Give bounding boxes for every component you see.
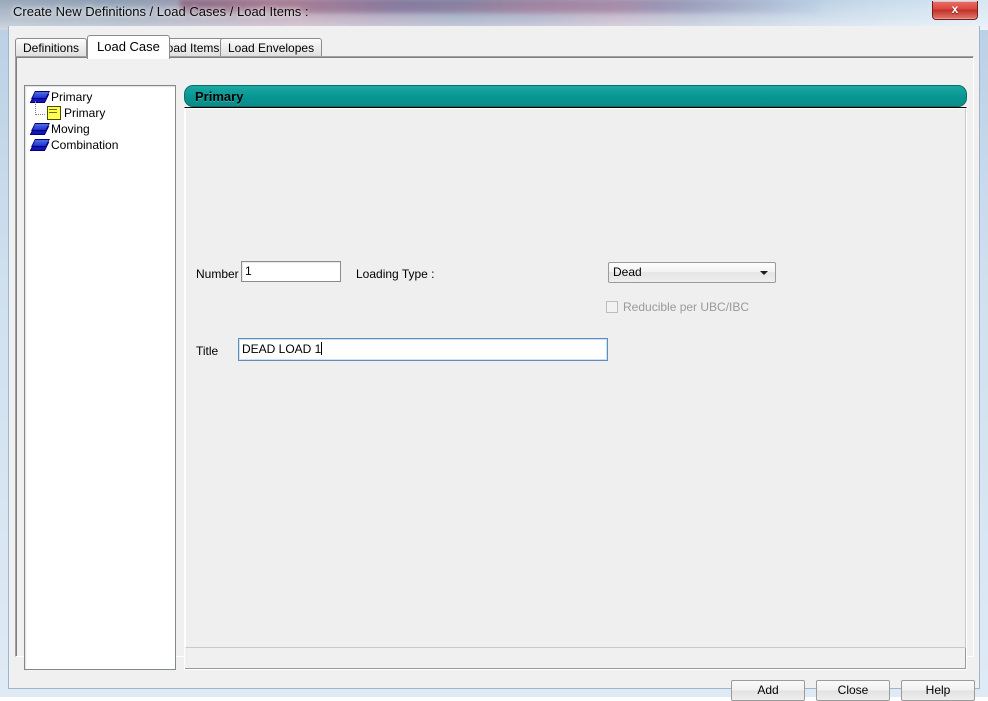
tab-definitions[interactable]: Definitions [15, 38, 88, 57]
tree-item-label: Primary [51, 90, 93, 104]
note-icon [47, 106, 61, 120]
group-header-primary: Primary [184, 85, 967, 107]
loading-type-label: Loading Type : [356, 267, 435, 281]
reducible-label: Reducible per UBC/IBC [623, 300, 750, 314]
title-input[interactable]: DEAD LOAD 1 [238, 338, 608, 361]
dialog-client-area: Definitions Load Case Load Items Load En… [8, 26, 980, 701]
close-icon: x [951, 2, 959, 16]
tree-item-primary-group[interactable]: Primary [25, 89, 175, 105]
load-case-tree[interactable]: Primary Primary Moving Combination [24, 85, 176, 670]
number-input[interactable]: 1 [241, 261, 341, 282]
tree-item-primary-case[interactable]: Primary [25, 101, 175, 121]
load-case-panel: Primary Primary Moving Combination Prima… [15, 56, 974, 670]
text-caret [321, 342, 323, 355]
title-input-value: DEAD LOAD 1 [242, 342, 322, 356]
book-icon [31, 122, 47, 136]
tree-item-combination[interactable]: Combination [25, 137, 175, 153]
tree-item-label: Combination [51, 138, 119, 152]
reducible-checkbox[interactable] [606, 301, 618, 313]
number-label: Number [196, 267, 239, 281]
add-button[interactable]: Add [731, 680, 805, 701]
chevron-down-icon [760, 271, 768, 275]
close-button[interactable]: Close [816, 680, 890, 701]
title-bar[interactable]: Create New Definitions / Load Cases / Lo… [0, 0, 988, 26]
group-body: Number 1 Loading Type : Dead Reducible p… [184, 107, 967, 670]
tree-item-label: Primary [64, 106, 106, 120]
tab-load-case[interactable]: Load Case [87, 35, 170, 59]
tab-strip: Definitions Load Case Load Items Load En… [15, 35, 975, 59]
window-title: Create New Definitions / Load Cases / Lo… [13, 4, 309, 19]
reducible-checkbox-row[interactable]: Reducible per UBC/IBC [606, 300, 749, 314]
close-window-button[interactable]: x [932, 1, 978, 20]
form-area: Number 1 Loading Type : Dead Reducible p… [185, 108, 966, 648]
dialog-footer: Add Close Help [9, 660, 979, 701]
loading-type-value: Dead [613, 265, 642, 279]
window-frame: Create New Definitions / Load Cases / Lo… [0, 0, 988, 701]
book-icon [31, 138, 47, 152]
loading-type-select[interactable]: Dead [608, 262, 776, 283]
title-label: Title [196, 344, 219, 358]
tab-load-envelopes[interactable]: Load Envelopes [220, 38, 323, 57]
help-button[interactable]: Help [901, 680, 975, 701]
tree-item-moving[interactable]: Moving [25, 121, 175, 137]
tree-connector [35, 101, 45, 115]
tree-item-label: Moving [51, 122, 90, 136]
load-case-editor: Primary Number 1 Loading Type : Dead Red… [184, 85, 967, 670]
